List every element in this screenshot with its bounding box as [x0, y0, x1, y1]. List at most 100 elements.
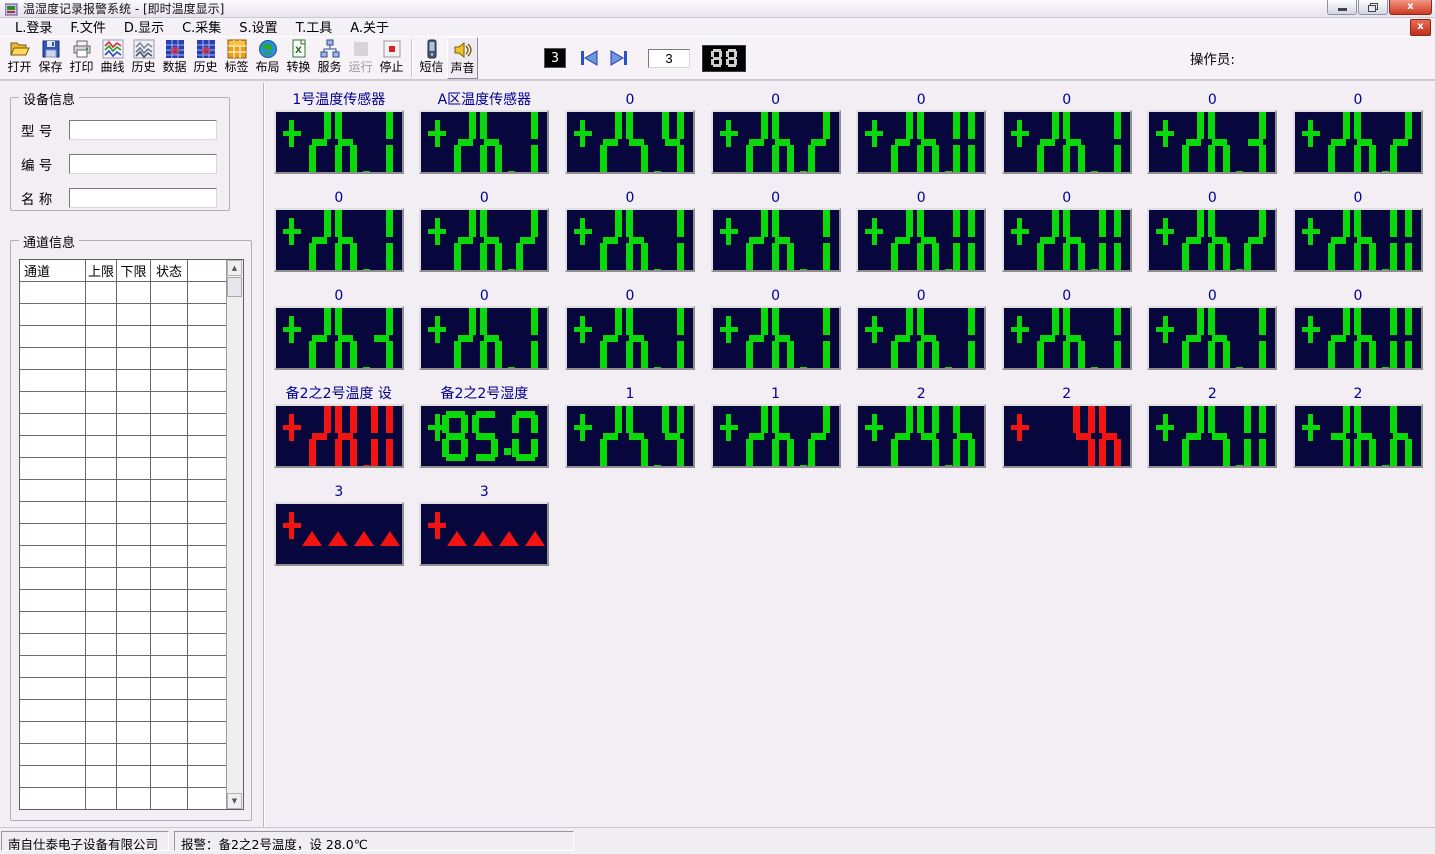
sensor-label: 0 — [480, 287, 489, 306]
scrollbar-thumb[interactable] — [227, 277, 242, 297]
channel-table-row[interactable] — [20, 392, 227, 414]
client-area: 设备信息 型 号编 号名 称 通道信息 通道上限下限状态 ▲ ▼ 1号温度传感器… — [0, 83, 1435, 827]
toolbar-button-stop[interactable]: 停止 — [376, 37, 407, 79]
channel-table-row[interactable] — [20, 304, 227, 326]
toolbar-button-data[interactable]: e数据 — [159, 37, 190, 79]
channel-table-row[interactable] — [20, 502, 227, 524]
out-of-range-triangles — [447, 531, 545, 546]
channel-cell — [117, 524, 151, 546]
channel-cell — [117, 326, 151, 348]
channel-cell-filler — [188, 568, 227, 590]
led-value — [454, 110, 542, 174]
channel-table-row[interactable] — [20, 370, 227, 392]
menu-item-file[interactable]: F.文件 — [61, 16, 115, 37]
mdi-child-close-button[interactable]: x — [1410, 19, 1431, 36]
channel-table-row[interactable] — [20, 722, 227, 744]
channel-cell — [86, 678, 117, 700]
led-display-12 — [856, 208, 986, 272]
toolbar-button-sms[interactable]: 短信 — [416, 37, 447, 79]
menu-item-about[interactable]: A.关于 — [341, 16, 398, 37]
channel-cell — [151, 678, 188, 700]
status-bar: 南自仕泰电子设备有限公司 报警：备2之2号温度，设 28.0℃ — [0, 827, 1435, 854]
channel-table-row[interactable] — [20, 436, 227, 458]
device-field-input-1[interactable] — [69, 154, 217, 174]
menu-item-display[interactable]: D.显示 — [115, 16, 173, 37]
device-info-group: 设备信息 型 号编 号名 称 — [10, 97, 230, 211]
channel-cell — [86, 282, 117, 304]
channel-cell — [117, 722, 151, 744]
channel-cell — [151, 458, 188, 480]
plus-sign-icon — [865, 120, 883, 147]
restore-button[interactable] — [1358, 0, 1388, 15]
close-button[interactable]: x — [1389, 0, 1432, 15]
channel-table-row[interactable] — [20, 766, 227, 788]
toolbar-button-sound[interactable]: 声音 — [447, 37, 478, 79]
toolbar-button-service[interactable]: 服务 — [314, 37, 345, 79]
led-display-33 — [419, 502, 549, 566]
channel-table-scrollbar[interactable]: ▲ ▼ — [226, 260, 243, 809]
channel-table-row[interactable] — [20, 348, 227, 370]
channel-table-row[interactable] — [20, 678, 227, 700]
led-value — [1037, 306, 1125, 370]
toolbar-button-open[interactable]: 打开 — [4, 37, 35, 79]
page-input[interactable] — [648, 49, 690, 68]
toolbar-button-label[interactable]: 标签 — [221, 37, 252, 79]
toolbar-button-curve[interactable]: 曲线 — [97, 37, 128, 79]
window-title: 温湿度记录报警系统 - [即时温度显示] — [23, 0, 224, 17]
toolbar-button-print[interactable]: 打印 — [66, 37, 97, 79]
toolbar-button-history-data[interactable]: e历史 — [190, 37, 221, 79]
led-display-0 — [274, 110, 404, 174]
scrollbar-down-icon[interactable]: ▼ — [227, 793, 242, 809]
channel-table-row[interactable] — [20, 568, 227, 590]
channel-cell — [151, 524, 188, 546]
scrollbar-up-icon[interactable]: ▲ — [227, 260, 242, 276]
channel-table-row[interactable] — [20, 590, 227, 612]
sensor-label: 1 — [771, 385, 780, 404]
channel-cell — [86, 612, 117, 634]
channel-table-row[interactable] — [20, 700, 227, 722]
previous-page-button[interactable] — [578, 48, 602, 68]
next-page-button[interactable] — [606, 48, 630, 68]
toolbar-button-layout[interactable]: 布局 — [252, 37, 283, 79]
led-value — [1073, 404, 1125, 468]
channel-cell-filler — [188, 788, 227, 810]
data-table-icon: e — [164, 37, 186, 60]
channel-cell-filler — [188, 392, 227, 414]
plus-sign-icon — [283, 512, 301, 539]
menu-item-settings[interactable]: S.设置 — [230, 16, 286, 37]
led-panel-grid: 1号温度传感器A区温度传感器0000000000000000000000备2之2… — [266, 83, 1435, 566]
channel-cell — [117, 590, 151, 612]
led-value — [309, 208, 397, 272]
channel-table-row[interactable] — [20, 634, 227, 656]
minimize-button[interactable] — [1327, 0, 1357, 15]
channel-table-row[interactable] — [20, 480, 227, 502]
channel-table-row[interactable] — [20, 612, 227, 634]
channel-cell — [86, 656, 117, 678]
channel-table-row[interactable] — [20, 546, 227, 568]
menu-item-collect[interactable]: C.采集 — [173, 16, 230, 37]
channel-table-row[interactable] — [20, 414, 227, 436]
menu-item-login[interactable]: L.登录 — [6, 16, 61, 37]
led-value — [1328, 110, 1416, 174]
menu-item-tools[interactable]: T.工具 — [287, 16, 342, 37]
channel-table-row[interactable] — [20, 524, 227, 546]
led-display-31 — [1293, 404, 1423, 468]
channel-cell — [151, 546, 188, 568]
channel-table-row[interactable] — [20, 744, 227, 766]
toolbar-button-convert[interactable]: X转换 — [283, 37, 314, 79]
led-display-4 — [856, 110, 986, 174]
channel-table-row[interactable] — [20, 282, 227, 304]
channel-cell — [20, 348, 86, 370]
channel-table-row[interactable] — [20, 326, 227, 348]
toolbar-button-history-curve[interactable]: 历史 — [128, 37, 159, 79]
status-company: 南自仕泰电子设备有限公司 — [1, 831, 169, 851]
channel-table-row[interactable] — [20, 656, 227, 678]
channel-table-row[interactable] — [20, 458, 227, 480]
device-field-input-2[interactable] — [69, 188, 217, 208]
channel-table-row[interactable] — [20, 788, 227, 810]
plus-sign-icon — [1011, 120, 1029, 147]
device-field-input-0[interactable] — [69, 120, 217, 140]
svg-text:e: e — [171, 43, 179, 57]
toolbar-button-save[interactable]: 保存 — [35, 37, 66, 79]
channel-cell — [151, 634, 188, 656]
